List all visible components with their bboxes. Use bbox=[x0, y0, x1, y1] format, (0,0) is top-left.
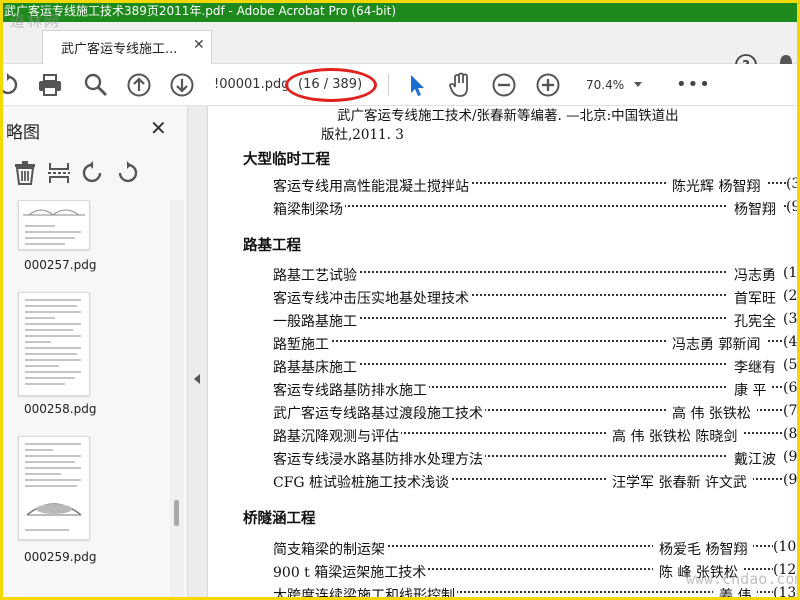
screenshot-frame bbox=[0, 0, 800, 600]
